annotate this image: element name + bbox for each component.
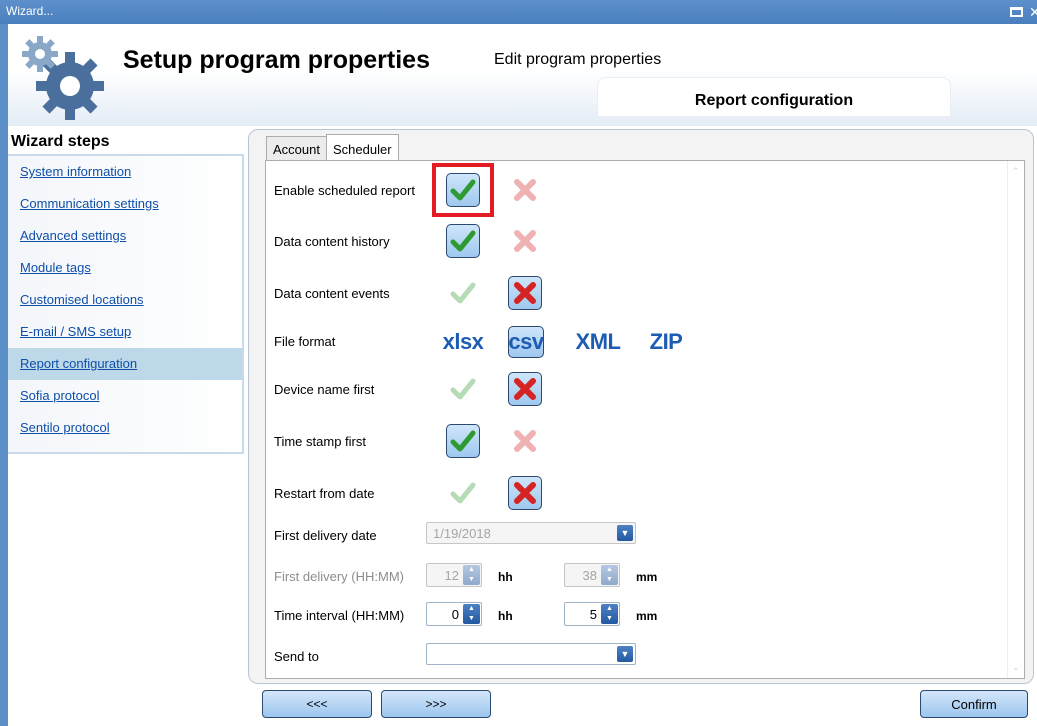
hours-unit: hh — [498, 570, 513, 584]
tab-account[interactable]: Account — [266, 136, 327, 160]
spin-arrows-icon[interactable]: ▲ ▼ — [463, 565, 480, 585]
tab-bar: Account Scheduler — [266, 134, 399, 160]
device-name-first-no-button[interactable] — [508, 372, 542, 406]
spin-arrows-icon[interactable]: ▲ ▼ — [601, 604, 618, 624]
time-interval-hours-value: 0 — [451, 607, 459, 622]
close-icon[interactable]: ✕ — [1029, 4, 1037, 21]
scroll-down-icon[interactable]: ⌄ — [1012, 663, 1021, 672]
format-xml-option[interactable]: XML — [576, 326, 621, 358]
wizard-steps-sidebar: Wizard steps System information Communic… — [8, 129, 244, 726]
previous-button[interactable]: <<< — [262, 690, 372, 718]
wizard-steps-list: System information Communication setting… — [8, 154, 244, 454]
cross-icon — [514, 282, 536, 304]
vertical-scrollbar[interactable]: ⌃ ⌄ — [1007, 161, 1024, 678]
time-interval-minutes-stepper[interactable]: 5 ▲ ▼ — [564, 602, 620, 626]
cross-icon — [514, 179, 536, 201]
format-zip-option[interactable]: ZIP — [646, 326, 686, 358]
data-content-history-label: Data content history — [274, 234, 390, 249]
time-stamp-first-no-button[interactable] — [508, 424, 542, 458]
data-content-history-no-button[interactable] — [508, 224, 542, 258]
device-name-first-label: Device name first — [274, 382, 375, 397]
first-delivery-date-value: 1/19/2018 — [433, 526, 491, 541]
page-subtitle: Edit program properties — [494, 51, 662, 68]
file-format-label: File format — [274, 334, 336, 349]
spin-arrows-icon[interactable]: ▲ ▼ — [463, 604, 480, 624]
page-title: Setup program properties — [123, 46, 430, 74]
check-icon — [450, 482, 476, 504]
header: Setup program properties Edit program pr… — [8, 24, 1037, 126]
wizard-steps-heading: Wizard steps — [11, 133, 110, 150]
enable-scheduled-report-yes-button[interactable] — [446, 173, 480, 207]
first-delivery-date-label: First delivery date — [274, 528, 377, 543]
tab-scheduler[interactable]: Scheduler — [325, 134, 399, 160]
restore-icon[interactable] — [1010, 7, 1023, 17]
enable-scheduled-report-label: Enable scheduled report — [274, 183, 415, 198]
step-sentilo-protocol[interactable]: Sentilo protocol — [8, 412, 242, 444]
time-interval-hours-stepper[interactable]: 0 ▲ ▼ — [426, 602, 482, 626]
cross-icon — [514, 378, 536, 400]
time-interval-label: Time interval (HH:MM) — [274, 608, 405, 623]
time-interval-minutes-value: 5 — [589, 607, 597, 622]
cross-icon — [514, 482, 536, 504]
step-system-information[interactable]: System information — [8, 156, 242, 188]
data-content-events-yes-button[interactable] — [446, 276, 480, 310]
step-sofia-protocol[interactable]: Sofia protocol — [8, 380, 242, 412]
title-bar: Wizard... ✕ — [0, 0, 1037, 24]
step-communication-settings[interactable]: Communication settings — [8, 188, 242, 220]
check-icon — [450, 378, 476, 400]
restart-from-date-no-button[interactable] — [508, 476, 542, 510]
restart-from-date-label: Restart from date — [274, 486, 375, 501]
format-csv-option[interactable]: csv — [508, 326, 544, 358]
data-content-events-label: Data content events — [274, 286, 390, 301]
confirm-button[interactable]: Confirm — [920, 690, 1028, 718]
window-title: Wizard... — [6, 4, 54, 18]
current-step-label: Report configuration — [694, 92, 854, 109]
chevron-down-icon[interactable]: ▼ — [617, 525, 633, 541]
step-email-sms-setup[interactable]: E-mail / SMS setup — [8, 316, 242, 348]
first-delivery-minutes-stepper[interactable]: 38 ▲ ▼ — [564, 563, 620, 587]
data-content-history-yes-button[interactable] — [446, 224, 480, 258]
first-delivery-minutes-value: 38 — [582, 568, 597, 583]
minutes-unit: mm — [636, 609, 658, 623]
device-name-first-yes-button[interactable] — [446, 372, 480, 406]
spin-arrows-icon[interactable]: ▲ ▼ — [601, 565, 618, 585]
time-stamp-first-yes-button[interactable] — [446, 424, 480, 458]
check-icon — [450, 282, 476, 304]
current-step-tab: Report configuration — [598, 78, 950, 116]
send-to-label: Send to — [274, 649, 319, 664]
cross-icon — [514, 230, 536, 252]
check-icon — [450, 179, 476, 201]
enable-scheduled-report-no-button[interactable] — [508, 173, 542, 207]
settings-panel: Account Scheduler ⌃ ⌄ Enable scheduled r… — [248, 129, 1034, 684]
next-button[interactable]: >>> — [381, 690, 491, 718]
first-delivery-hours-value: 12 — [444, 568, 459, 583]
format-xlsx-option[interactable]: xlsx — [443, 326, 484, 358]
gears-icon — [22, 36, 104, 120]
cross-icon — [514, 430, 536, 452]
step-customised-locations[interactable]: Customised locations — [8, 284, 242, 316]
first-delivery-time-label: First delivery (HH:MM) — [274, 569, 404, 584]
first-delivery-hours-stepper[interactable]: 12 ▲ ▼ — [426, 563, 482, 587]
step-advanced-settings[interactable]: Advanced settings — [8, 220, 242, 252]
minutes-unit: mm — [636, 570, 658, 584]
check-icon — [450, 430, 476, 452]
time-stamp-first-label: Time stamp first — [274, 434, 366, 449]
send-to-dropdown[interactable]: ▼ — [426, 643, 636, 665]
restart-from-date-yes-button[interactable] — [446, 476, 480, 510]
data-content-events-no-button[interactable] — [508, 276, 542, 310]
first-delivery-date-picker[interactable]: 1/19/2018 ▼ — [426, 522, 636, 544]
check-icon — [450, 230, 476, 252]
wizard-window: Setup program properties Edit program pr… — [8, 24, 1037, 726]
scroll-up-icon[interactable]: ⌃ — [1012, 167, 1021, 176]
step-report-configuration[interactable]: Report configuration — [8, 348, 242, 380]
chevron-down-icon[interactable]: ▼ — [617, 646, 633, 662]
step-module-tags[interactable]: Module tags — [8, 252, 242, 284]
hours-unit: hh — [498, 609, 513, 623]
scheduler-tab-content: ⌃ ⌄ Enable scheduled report Data content… — [265, 160, 1025, 679]
